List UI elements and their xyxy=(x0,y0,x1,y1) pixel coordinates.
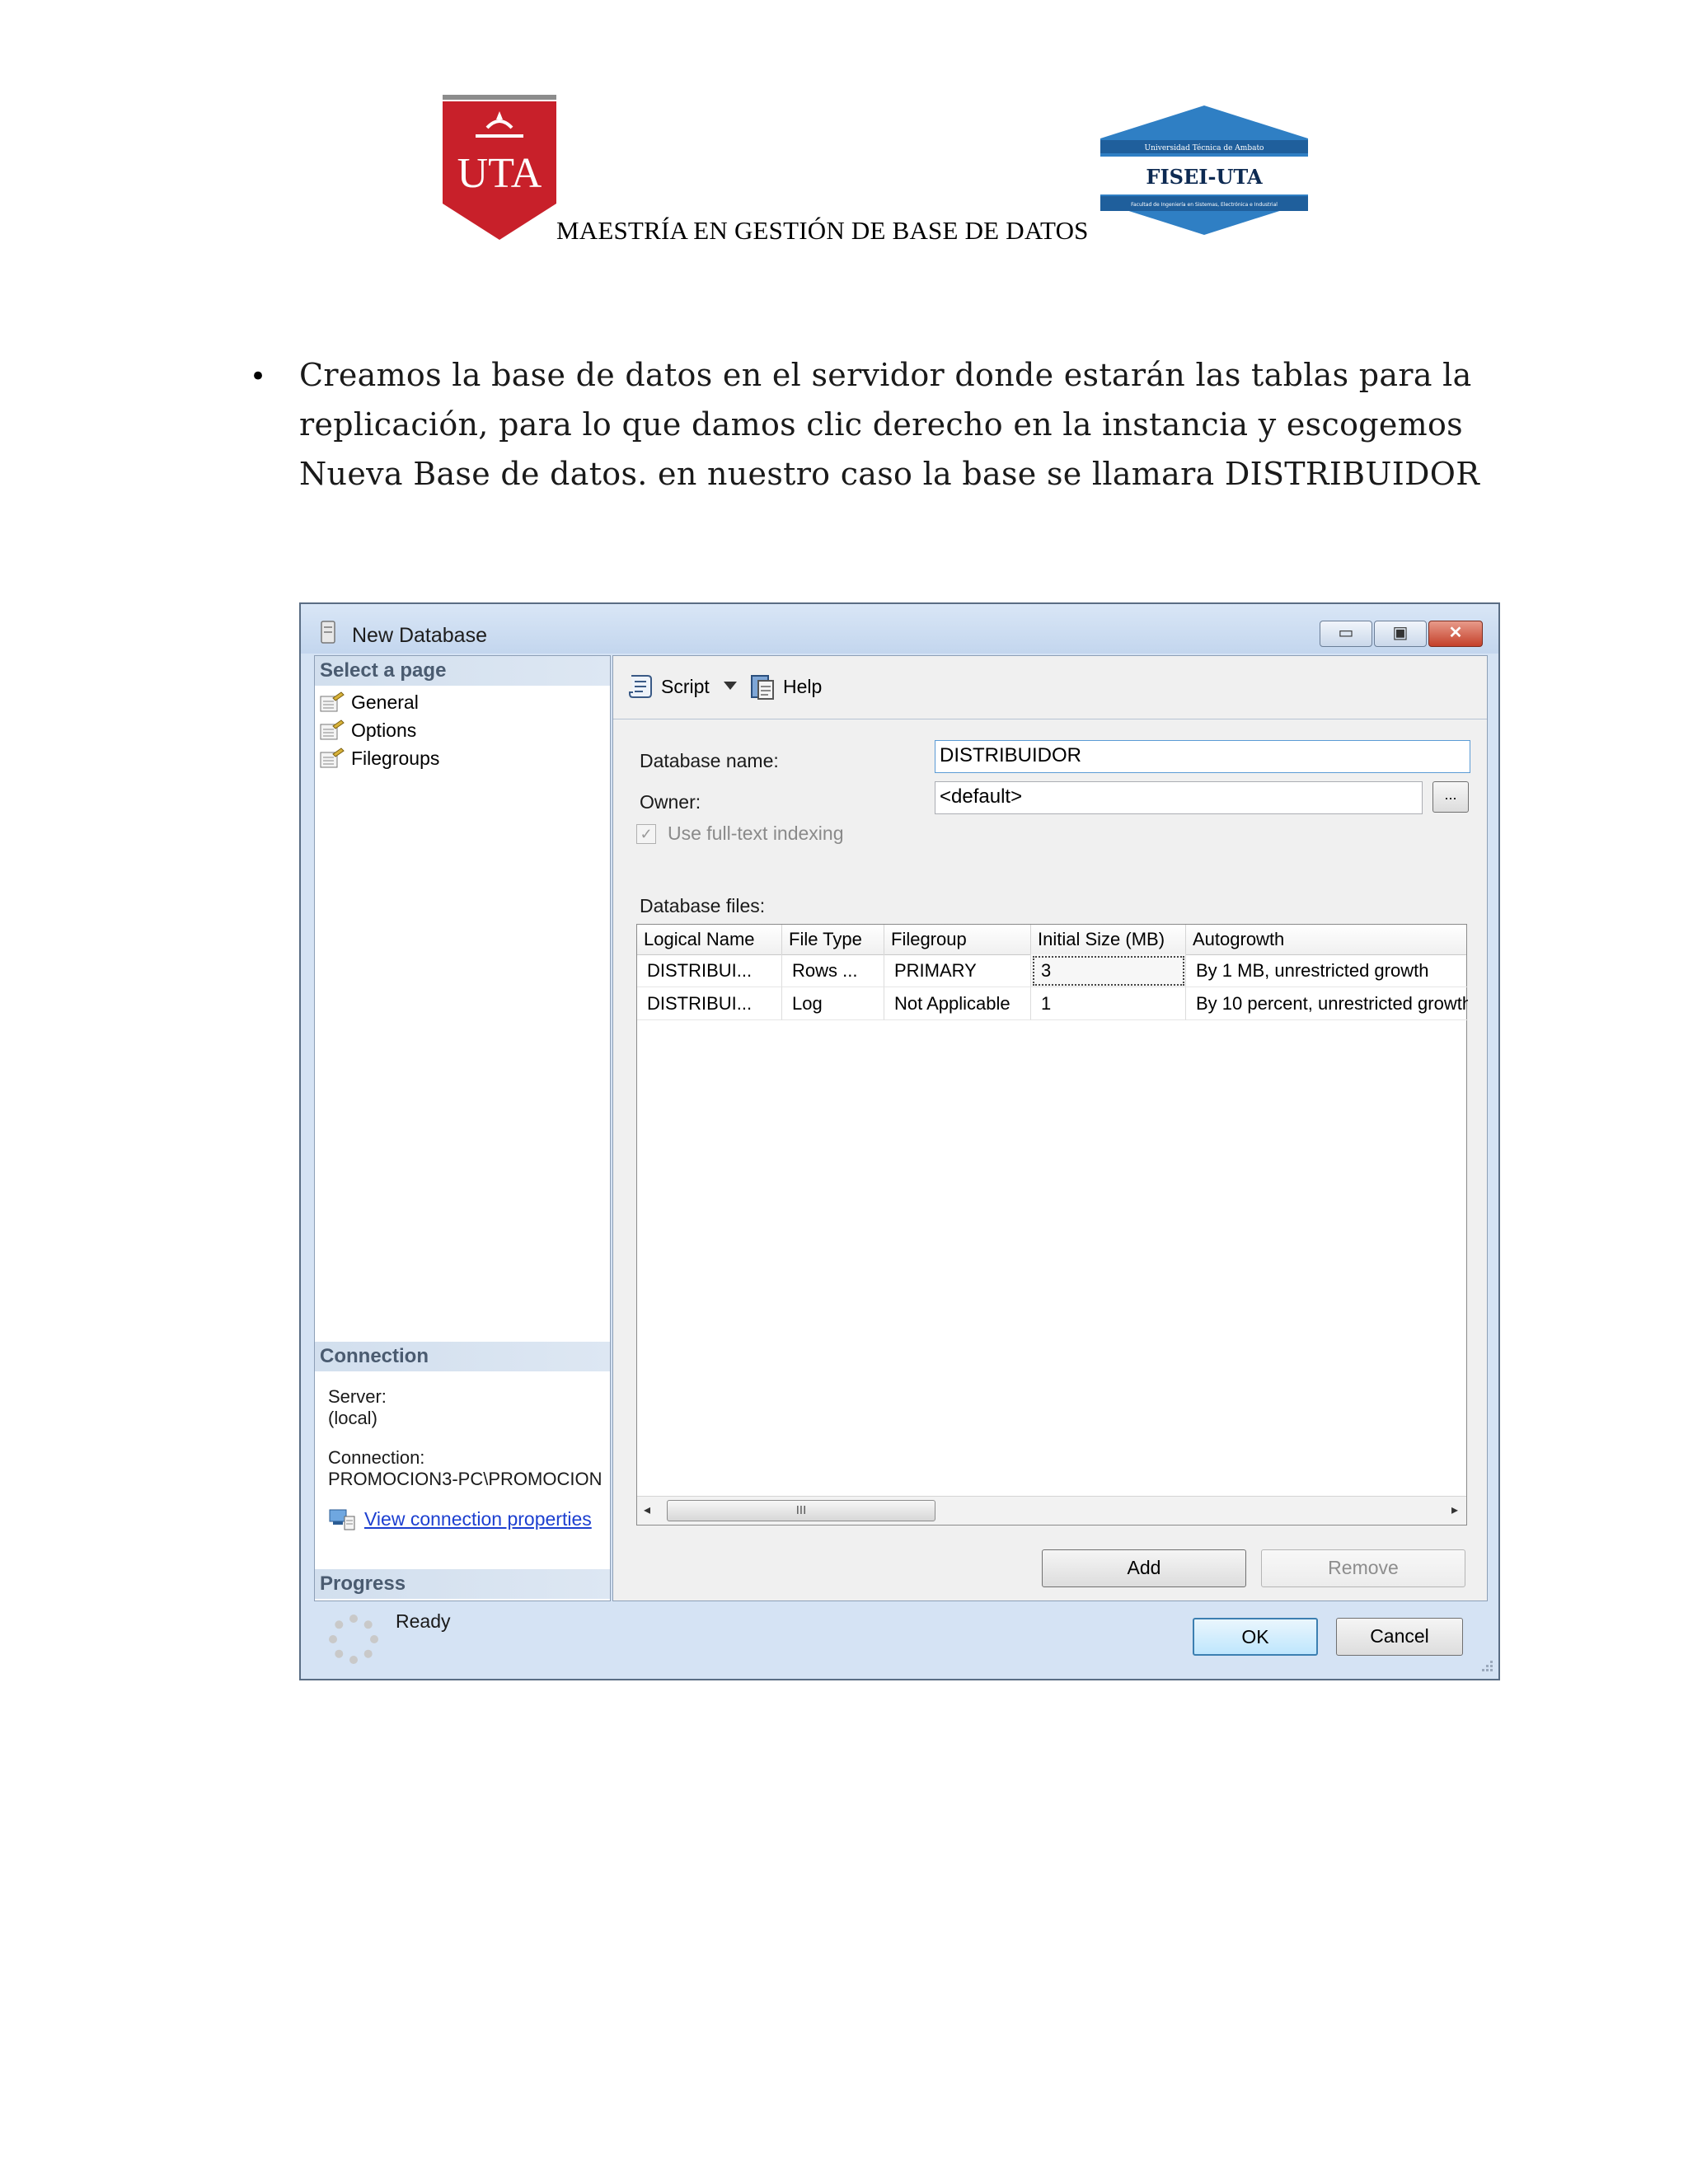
cell-filegroup[interactable]: PRIMARY xyxy=(884,954,1031,987)
cell-autogrowth[interactable]: By 1 MB, unrestricted growth xyxy=(1186,954,1468,987)
page-item-filegroups[interactable]: Filegroups xyxy=(320,745,439,771)
script-label: Script xyxy=(661,675,710,697)
scroll-thumb[interactable]: III xyxy=(667,1500,935,1521)
dialog-titlebar: New Database ▭ ▣ ✕ xyxy=(301,604,1498,654)
help-icon xyxy=(751,675,774,700)
fulltext-checkbox[interactable]: ✓ xyxy=(636,824,656,844)
cell-filegroup[interactable]: Not Applicable xyxy=(884,987,1031,1020)
page-properties-icon xyxy=(320,719,345,740)
remove-button[interactable]: Remove xyxy=(1261,1549,1465,1587)
chevron-down-icon[interactable] xyxy=(724,682,737,690)
column-header-filegroup[interactable]: Filegroup xyxy=(884,925,1031,954)
close-button[interactable]: ✕ xyxy=(1428,621,1483,647)
column-header-file-type[interactable]: File Type xyxy=(782,925,884,954)
resize-grip-icon[interactable] xyxy=(1479,1659,1493,1674)
help-label: Help xyxy=(783,675,823,697)
page-item-label: Filegroups xyxy=(351,747,440,769)
view-connection-properties-text: View connection properties xyxy=(364,1507,592,1530)
scroll-right-icon[interactable]: ▸ xyxy=(1451,1502,1458,1518)
fisei-logo: Universidad Técnica de Ambato FISEI-UTA … xyxy=(1100,105,1308,235)
body-paragraph: Creamos la base de datos en el servidor … xyxy=(299,357,1480,492)
cell-logical-name[interactable]: DISTRIBUI... xyxy=(637,987,782,1020)
maximize-button[interactable]: ▣ xyxy=(1374,621,1427,647)
add-button[interactable]: Add xyxy=(1042,1549,1246,1587)
new-database-dialog: New Database ▭ ▣ ✕ Select a page General… xyxy=(299,602,1500,1680)
dialog-title: New Database xyxy=(352,624,487,647)
fisei-logo-bottom-text: Facultad de Ingeniería en Sistemas, Elec… xyxy=(1131,202,1278,208)
connection-value: PROMOCION3-PC\PROMOCION xyxy=(328,1469,603,1489)
progress-spinner-icon xyxy=(329,1615,378,1664)
column-header-autogrowth[interactable]: Autogrowth xyxy=(1186,925,1468,954)
page-item-options[interactable]: Options xyxy=(320,717,416,743)
bullet-point: • xyxy=(250,360,267,393)
database-icon xyxy=(321,621,335,644)
page-item-label: General xyxy=(351,691,419,713)
cancel-button[interactable]: Cancel xyxy=(1336,1618,1463,1656)
grid-header: Logical Name File Type Filegroup Initial… xyxy=(637,925,1466,955)
uta-logo: UTA xyxy=(443,95,556,240)
cell-autogrowth[interactable]: By 10 percent, unrestricted growth xyxy=(1186,987,1468,1020)
page-item-label: Options xyxy=(351,719,417,741)
scroll-left-icon[interactable]: ◂ xyxy=(644,1502,650,1518)
browse-owner-button[interactable]: ... xyxy=(1432,781,1469,813)
table-row[interactable]: DISTRIBUI... Rows ... PRIMARY 3 By 1 MB,… xyxy=(637,954,1468,987)
column-header-logical-name[interactable]: Logical Name xyxy=(637,925,782,954)
cell-initial-size[interactable]: 1 xyxy=(1031,987,1186,1020)
database-files-label: Database files: xyxy=(640,895,766,916)
owner-input[interactable]: <default> xyxy=(935,781,1423,814)
minimize-button[interactable]: ▭ xyxy=(1320,621,1372,647)
database-files-grid: Logical Name File Type Filegroup Initial… xyxy=(636,924,1468,1526)
cell-initial-size[interactable]: 3 xyxy=(1031,954,1186,987)
left-pane: Select a page General Options Filegroups… xyxy=(314,655,611,1664)
fisei-logo-top-text: Universidad Técnica de Ambato xyxy=(1145,143,1264,152)
database-name-label: Database name: xyxy=(640,750,779,771)
horizontal-scrollbar[interactable]: ◂ III ▸ xyxy=(637,1496,1466,1525)
progress-status: Ready xyxy=(396,1610,451,1632)
toolbar: Script Help xyxy=(613,656,1487,719)
table-row[interactable]: DISTRIBUI... Log Not Applicable 1 By 10 … xyxy=(637,987,1468,1020)
cell-file-type[interactable]: Log xyxy=(782,987,884,1020)
page-properties-icon xyxy=(320,748,345,768)
ok-button[interactable]: OK xyxy=(1193,1618,1318,1656)
column-header-initial-size[interactable]: Initial Size (MB) xyxy=(1031,925,1186,954)
uta-logo-text: UTA xyxy=(457,150,542,197)
database-name-input[interactable]: DISTRIBUIDOR xyxy=(935,740,1470,773)
help-button[interactable]: Help xyxy=(748,673,822,701)
header-title: MAESTRÍA EN GESTIÓN DE BASE DE DATOS xyxy=(556,216,1089,245)
script-button[interactable]: Script xyxy=(626,673,710,701)
view-connection-properties-link[interactable]: View connection properties xyxy=(328,1507,592,1531)
server-label: Server: xyxy=(328,1386,387,1407)
fulltext-label: Use full-text indexing xyxy=(668,823,844,844)
right-pane: Script Help Database name: DISTRIBUIDOR … xyxy=(612,655,1488,1601)
connection-heading: Connection xyxy=(315,1342,610,1371)
connection-label: Connection: xyxy=(328,1447,425,1468)
script-icon xyxy=(629,675,652,698)
fisei-logo-name: FISEI-UTA xyxy=(1146,165,1263,189)
connection-properties-icon xyxy=(329,1509,355,1530)
page-item-general[interactable]: General xyxy=(320,689,419,715)
select-page-heading: Select a page xyxy=(315,656,610,686)
page-properties-icon xyxy=(320,691,345,712)
owner-label: Owner: xyxy=(640,791,701,813)
server-value: (local) xyxy=(328,1408,377,1428)
cell-logical-name[interactable]: DISTRIBUI... xyxy=(637,954,782,987)
cell-file-type[interactable]: Rows ... xyxy=(782,954,884,987)
progress-heading: Progress xyxy=(315,1569,610,1599)
